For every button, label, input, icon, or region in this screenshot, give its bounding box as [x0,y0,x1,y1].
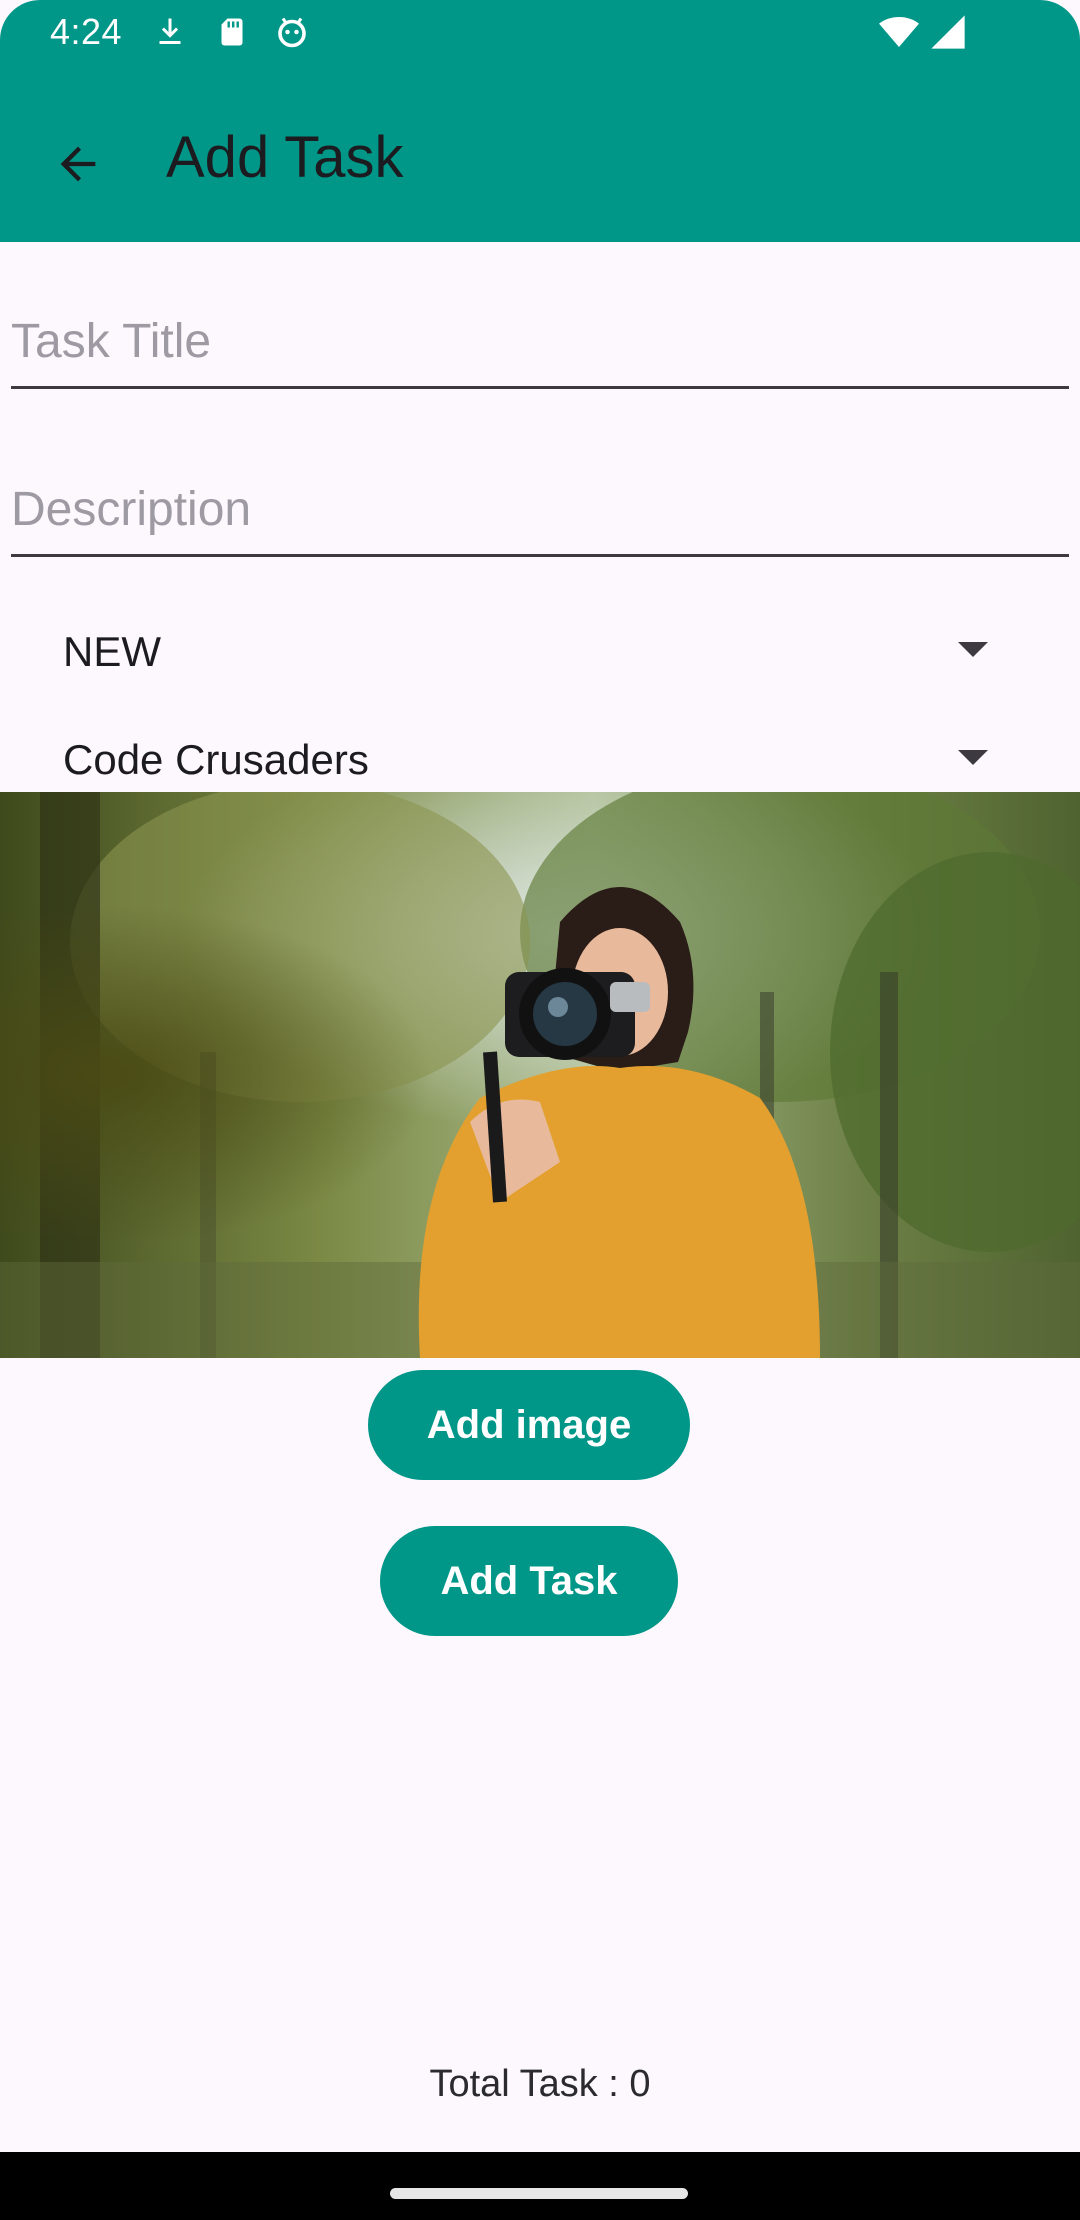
status-bar: 4:24 [0,0,1080,66]
cell-signal-icon [928,12,968,52]
app-bar: Add Task [0,66,1080,242]
arrow-back-icon [52,138,104,195]
team-spinner-value: Code Crusaders [63,736,369,783]
navigation-bar [0,2152,1080,2220]
task-title-input[interactable] [11,296,1069,389]
status-spinner[interactable]: NEW [0,604,1080,700]
page-title: Add Task [166,125,404,190]
add-task-button[interactable]: Add Task [380,1526,678,1636]
add-image-button[interactable]: Add image [368,1370,690,1480]
total-task-count: Total Task : 0 [429,2063,651,2105]
android-debug-icon [274,14,310,50]
download-icon [152,14,188,50]
task-image [0,792,1080,1358]
status-spinner-value: NEW [63,628,161,675]
dropdown-arrow-icon [958,642,988,657]
back-button[interactable] [36,124,120,208]
wifi-icon [878,12,920,52]
sd-card-icon [214,14,250,50]
dropdown-arrow-icon [958,750,988,765]
status-time: 4:24 [50,11,123,52]
home-gesture-handle[interactable] [390,2188,688,2199]
description-input[interactable] [11,464,1069,557]
